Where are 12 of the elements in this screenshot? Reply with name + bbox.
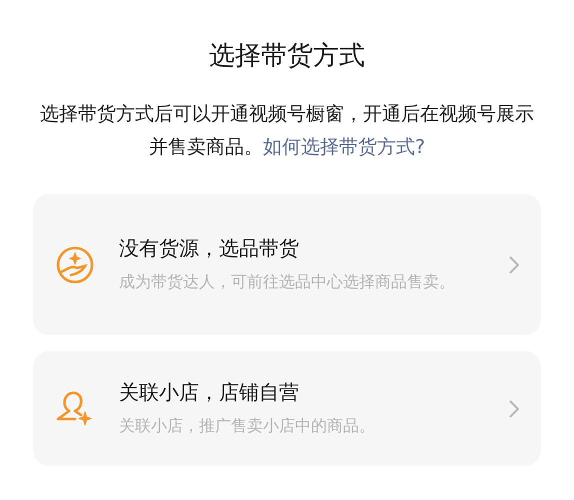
chevron-right-icon [509,256,519,274]
help-link[interactable]: 如何选择带货方式? [262,136,426,158]
page-title: 选择带货方式 [208,40,366,73]
option-card[interactable]: 关联小店，店铺自营 关联小店，推广售卖小店中的商品。 [33,351,541,466]
option-title: 没有货源，选品带货 [119,234,300,262]
option-description: 成为带货达人，可前往选品中心选择商品售卖。 [119,270,456,292]
option-card[interactable]: 没有货源，选品带货 成为带货达人，可前往选品中心选择商品售卖。 [33,194,541,335]
option-description: 关联小店，推广售卖小店中的商品。 [119,414,376,436]
description-text: 选择带货方式后可以开通视频号橱窗，开通后在视频号展示并售卖商品。如何选择带货方式? [39,102,535,160]
chevron-right-icon [509,400,519,418]
hand-sparkle-icon [55,244,95,284]
option-title: 关联小店，店铺自营 [119,378,300,406]
